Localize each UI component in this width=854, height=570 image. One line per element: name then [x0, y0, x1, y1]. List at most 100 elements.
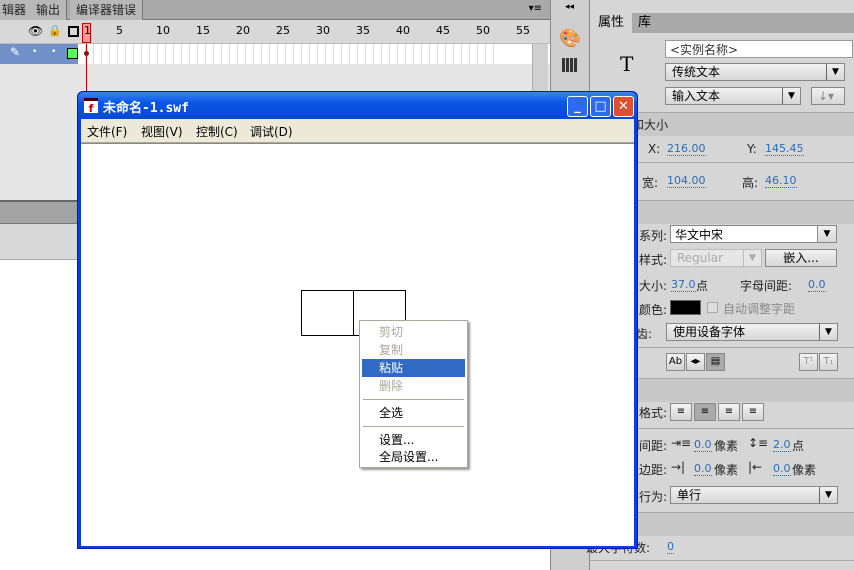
- size-value[interactable]: 37.0: [671, 279, 696, 292]
- tab-motion-editor[interactable]: 辑器: [0, 0, 34, 20]
- menu-control[interactable]: 控制(C): [196, 123, 238, 140]
- x-value[interactable]: 216.00: [667, 143, 706, 156]
- visible-dot[interactable]: •: [32, 47, 37, 57]
- left-margin-value[interactable]: 0.0: [694, 463, 712, 476]
- menu-item-copy[interactable]: 复制: [362, 341, 465, 359]
- line-spacing-icon: ↕≡: [748, 436, 769, 450]
- spacing-label: 间距:: [639, 439, 668, 453]
- menu-view[interactable]: 视图(V): [141, 123, 183, 140]
- window-title: 未命名-1.swf: [103, 101, 189, 116]
- title-bar[interactable]: f 未命名-1.swf _ □ ✕: [78, 92, 637, 119]
- selectable-icon[interactable]: Ab: [666, 353, 685, 371]
- frame-number: 1: [84, 24, 91, 37]
- tab-compiler-errors[interactable]: 编译器错误: [70, 0, 144, 20]
- justify-icon[interactable]: ≡: [742, 403, 764, 421]
- y-label: Y:: [747, 142, 757, 156]
- menu-separator: [363, 426, 464, 427]
- chevron-down-icon: ▼: [826, 64, 844, 80]
- layer-color-icon[interactable]: [67, 48, 78, 59]
- font-style-select[interactable]: Regular ▼: [670, 249, 762, 267]
- collapse-icon[interactable]: ◂◂: [565, 2, 574, 12]
- color-label: 颜色:: [639, 303, 668, 317]
- subscript-icon[interactable]: T₁: [819, 353, 838, 371]
- x-label: X:: [648, 142, 661, 156]
- frame-number: 50: [476, 24, 490, 37]
- menu-bar: 文件(F) 视图(V) 控制(C) 调试(D): [81, 119, 634, 143]
- font-family-input[interactable]: 华文中宋: [670, 225, 837, 243]
- text-color-swatch[interactable]: [670, 300, 701, 315]
- menu-item-settings[interactable]: 设置...: [362, 431, 465, 449]
- panel-menu-icon[interactable]: ▾≡: [529, 3, 542, 14]
- html-render-icon[interactable]: ◂▸: [686, 353, 705, 371]
- superscript-icon[interactable]: T¹: [799, 353, 818, 371]
- max-chars-value[interactable]: 0: [667, 541, 674, 554]
- frame-number: 25: [276, 24, 290, 37]
- outline-icon[interactable]: [68, 26, 79, 37]
- width-label: 宽:: [642, 176, 659, 190]
- frame-number: 10: [156, 24, 170, 37]
- chevron-down-icon: ▼: [743, 250, 761, 266]
- indent-unit: 像素: [714, 439, 739, 453]
- color-palette-icon[interactable]: 🎨: [559, 28, 581, 49]
- context-menu: 剪切 复制 粘贴 删除 全选 设置... 全局设置...: [359, 320, 468, 468]
- menu-item-global-settings[interactable]: 全局设置...: [362, 448, 465, 466]
- behavior-select[interactable]: 单行 ▼: [670, 486, 838, 504]
- left-margin-icon: →|: [671, 460, 686, 474]
- lock-icon[interactable]: 🔒: [48, 24, 62, 37]
- text-engine-select[interactable]: 传统文本 ▼: [665, 63, 845, 81]
- right-margin-unit: 像素: [792, 463, 817, 477]
- menu-item-cut[interactable]: 剪切: [362, 323, 465, 341]
- text-cursor: [353, 291, 354, 335]
- eye-icon[interactable]: 👁: [28, 24, 43, 38]
- size-unit: 点: [696, 279, 709, 293]
- width-value[interactable]: 104.00: [667, 175, 706, 188]
- align-right-icon[interactable]: ≡: [718, 403, 740, 421]
- maximize-button[interactable]: □: [590, 96, 611, 117]
- close-button[interactable]: ✕: [613, 96, 634, 117]
- frame-number: 45: [436, 24, 450, 37]
- menu-file[interactable]: 文件(F): [87, 123, 127, 140]
- frame-number: 15: [196, 24, 210, 37]
- format-label: 格式:: [639, 406, 668, 420]
- menu-item-select-all[interactable]: 全选: [362, 404, 465, 422]
- swf-stage[interactable]: 剪切 复制 粘贴 删除 全选 设置... 全局设置...: [81, 143, 634, 546]
- embed-button[interactable]: 嵌入...: [765, 249, 837, 267]
- instance-name-input[interactable]: <实例名称>: [665, 40, 853, 58]
- frame-number: 55: [516, 24, 530, 37]
- orientation-button[interactable]: ↓▾: [811, 87, 845, 105]
- timeline-tabs: 辑器 输出 编译器错误 ▾≡: [0, 0, 550, 20]
- align-center-icon[interactable]: ≡: [694, 403, 716, 421]
- height-value[interactable]: 46.10: [765, 175, 797, 188]
- frame-number: 5: [116, 24, 123, 37]
- text-type-select[interactable]: 输入文本 ▼: [665, 87, 801, 105]
- anti-alias-select[interactable]: 使用设备字体 ▼: [666, 323, 838, 341]
- border-icon[interactable]: ▤: [706, 353, 725, 371]
- style-label: 样式:: [639, 253, 668, 267]
- align-left-icon[interactable]: ≡: [670, 403, 692, 421]
- menu-debug[interactable]: 调试(D): [250, 123, 293, 140]
- lock-dot[interactable]: •: [51, 47, 56, 57]
- tab-library[interactable]: 库: [630, 13, 659, 33]
- pencil-icon: ✎: [10, 45, 21, 59]
- chevron-down-icon: ▼: [782, 88, 800, 104]
- frame-track[interactable]: [78, 44, 498, 64]
- menu-separator: [363, 399, 464, 400]
- menu-item-delete[interactable]: 删除: [362, 377, 465, 395]
- chevron-down-icon[interactable]: ▼: [817, 225, 837, 243]
- frame-number: 40: [396, 24, 410, 37]
- swatches-icon[interactable]: [562, 58, 578, 72]
- tab-output[interactable]: 输出: [30, 0, 68, 20]
- right-margin-icon: |←: [748, 460, 763, 474]
- layer-row[interactable]: ✎ • •: [0, 44, 78, 64]
- auto-kern-checkbox[interactable]: [707, 302, 718, 313]
- letter-spacing-value[interactable]: 0.0: [808, 279, 826, 292]
- frame-number: 35: [356, 24, 370, 37]
- right-margin-value[interactable]: 0.0: [773, 463, 791, 476]
- minimize-button[interactable]: _: [567, 96, 588, 117]
- y-value[interactable]: 145.45: [765, 143, 804, 156]
- tab-properties[interactable]: 属性: [590, 13, 633, 33]
- indent-value[interactable]: 0.0: [694, 439, 712, 452]
- letter-spacing-label: 字母间距:: [740, 279, 793, 293]
- menu-item-paste[interactable]: 粘贴: [362, 359, 465, 377]
- line-spacing-value[interactable]: 2.0: [773, 439, 791, 452]
